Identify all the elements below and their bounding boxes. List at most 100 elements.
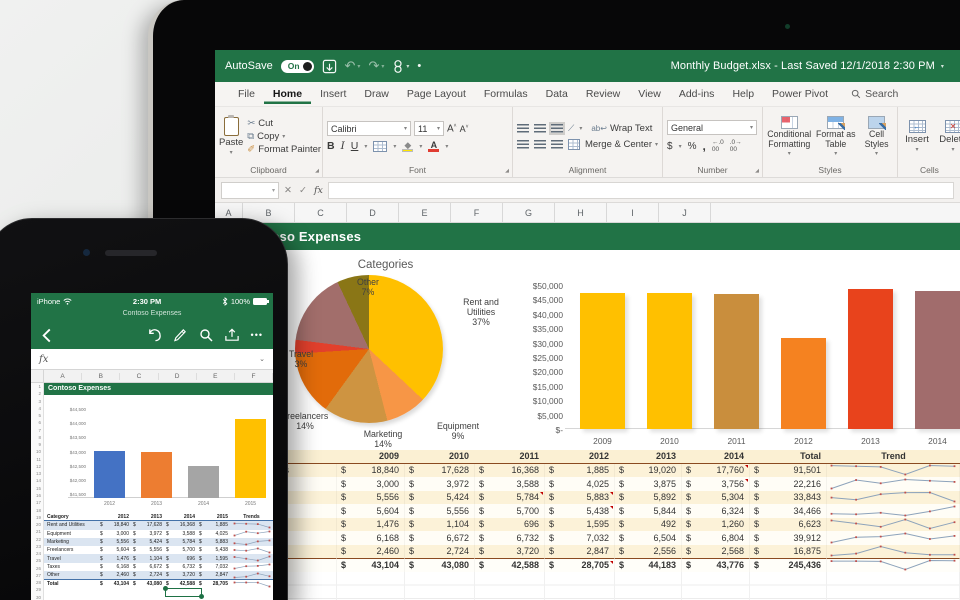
table-cell-trend[interactable] — [827, 531, 960, 545]
increase-decimal-button[interactable]: ←.0 00 — [712, 139, 724, 153]
phone-row-number[interactable]: 7 — [31, 427, 41, 434]
phone-table-cell-value[interactable]: $7,032 — [197, 562, 230, 572]
merge-center-button[interactable]: Merge & Center ▾ — [585, 139, 658, 150]
table-cell-value[interactable]: $5,844 — [615, 504, 682, 518]
grow-font-button[interactable]: A˄ — [447, 123, 457, 134]
table-cell-value[interactable]: $18,840 — [337, 463, 405, 477]
table-cell-value[interactable]: $6,324 — [682, 504, 750, 518]
phone-table-cell-value[interactable]: $43,080 — [131, 579, 164, 588]
phone-table-cell-value[interactable]: $6,732 — [164, 562, 197, 572]
column-header-E[interactable]: E — [399, 203, 451, 222]
table-cell-value[interactable]: $1,595 — [545, 517, 615, 531]
table-cell-value[interactable]: $5,700 — [475, 504, 545, 518]
align-right-button[interactable] — [550, 140, 563, 149]
phone-table-cell-value[interactable]: $1,476 — [98, 554, 131, 563]
phone-table-cell-value[interactable]: $3,588 — [164, 529, 197, 538]
tab-review[interactable]: Review — [577, 84, 629, 104]
table-cell-value[interactable]: $5,784 — [475, 490, 545, 504]
phone-table-cell-trend[interactable] — [230, 554, 273, 563]
phone-table-cell-value[interactable]: $696 — [164, 554, 197, 563]
table-cell-value[interactable]: $28,705 — [545, 558, 615, 572]
table-cell-value[interactable]: $2,556 — [615, 544, 682, 558]
phone-row-number[interactable]: 22 — [31, 536, 41, 543]
table-cell-value[interactable]: $43,080 — [405, 558, 475, 572]
phone-table-cell-category[interactable]: Freelancers — [44, 546, 98, 555]
phone-table-cell-value[interactable]: $17,628 — [131, 521, 164, 530]
wrap-text-button[interactable]: ab↩ Wrap Text — [591, 123, 652, 134]
table-cell-value[interactable]: $1,885 — [545, 463, 615, 477]
share-icon[interactable] — [224, 328, 240, 342]
table-cell-value[interactable]: $3,875 — [615, 477, 682, 491]
table-cell-value[interactable]: $6,804 — [682, 531, 750, 545]
tab-view[interactable]: View — [629, 84, 670, 104]
insert-cells-button[interactable]: ← Insert ▾ — [902, 110, 932, 163]
clipboard-dialog-launcher[interactable]: ◢ — [315, 168, 319, 174]
table-cell-value[interactable]: $5,556 — [405, 504, 475, 518]
phone-table-cell-value[interactable]: $5,604 — [98, 546, 131, 555]
table-cell-value[interactable]: $492 — [615, 517, 682, 531]
phone-table-cell-value[interactable]: $5,438 — [197, 546, 230, 555]
table-cell-total[interactable]: $245,436 — [750, 558, 827, 572]
phone-table-cell-trend[interactable] — [230, 521, 273, 530]
currency-button[interactable]: $ — [667, 141, 673, 152]
table-cell-value[interactable]: $2,568 — [682, 544, 750, 558]
phone-table-cell-trend[interactable] — [230, 562, 273, 572]
phone-bar-chart[interactable]: $44,500 $44,000 $43,500 $43,000 $42,500 $42,0… — [44, 395, 273, 513]
phone-row-number[interactable]: 18 — [31, 507, 41, 514]
table-cell-value[interactable]: $6,504 — [615, 531, 682, 545]
table-cell-trend[interactable] — [827, 490, 960, 504]
phone-table-cell-value[interactable]: $5,556 — [131, 546, 164, 555]
tab-home[interactable]: Home — [264, 84, 311, 104]
table-cell-value[interactable]: $3,000 — [337, 477, 405, 491]
copy-button[interactable]: ⧉ Copy ▾ — [247, 131, 321, 142]
phone-table-header-trends[interactable]: Trends — [230, 513, 273, 522]
phone-column-header-D[interactable]: D — [159, 372, 197, 380]
table-cell-trend[interactable] — [827, 558, 960, 572]
align-top-button[interactable] — [517, 124, 529, 133]
table-cell-value[interactable]: $3,972 — [405, 477, 475, 491]
phone-row-number[interactable]: 13 — [31, 470, 41, 477]
phone-table-cell-value[interactable]: $1,104 — [131, 554, 164, 563]
phone-row-number[interactable]: 29 — [31, 586, 41, 593]
phone-table-cell-value[interactable]: $5,556 — [98, 537, 131, 547]
delete-cells-button[interactable]: ✕ Delete▾ — [938, 110, 960, 163]
cut-button[interactable]: ✂ Cut — [247, 118, 321, 129]
table-header-2013[interactable]: 2013 — [615, 450, 682, 464]
table-cell-value[interactable]: $696 — [475, 517, 545, 531]
phone-table-cell-value[interactable]: $18,840 — [98, 521, 131, 530]
phone-table-cell-category[interactable]: Rent and Utilities — [44, 521, 98, 530]
autosave-toggle[interactable]: On — [280, 59, 314, 73]
phone-table-cell-value[interactable]: $5,784 — [164, 537, 197, 547]
tab-draw[interactable]: Draw — [355, 84, 398, 104]
table-cell-value[interactable]: $1,476 — [337, 517, 405, 531]
table-cell-value[interactable]: $1,260 — [682, 517, 750, 531]
phone-row-number[interactable]: 6 — [31, 419, 41, 426]
format-as-table-button[interactable]: Format as Table ▾ — [815, 110, 856, 163]
phone-table-cell-trend[interactable] — [230, 579, 273, 588]
phone-row-number[interactable]: 5 — [31, 412, 41, 419]
qat-overflow-dot[interactable]: • — [417, 60, 421, 72]
tab-insert[interactable]: Insert — [311, 84, 355, 104]
table-cell-value[interactable]: $43,104 — [337, 558, 405, 572]
phone-table-cell-value[interactable]: $2,460 — [98, 571, 131, 580]
column-header-F[interactable]: F — [451, 203, 503, 222]
phone-row-number[interactable]: 3 — [31, 398, 41, 405]
table-header-2011[interactable]: 2011 — [475, 450, 545, 464]
table-cell-value[interactable]: $5,438 — [545, 504, 615, 518]
tab-page-layout[interactable]: Page Layout — [398, 84, 475, 104]
phone-row-number[interactable]: 8 — [31, 434, 41, 441]
table-header-total[interactable]: Total — [750, 450, 827, 464]
table-cell-trend[interactable] — [827, 477, 960, 491]
fill-color-button[interactable]: ◆ — [402, 140, 414, 152]
phone-row-number[interactable]: 16 — [31, 492, 41, 499]
formula-expand-caret[interactable]: ⌄ — [259, 355, 265, 363]
number-format-select[interactable]: General ▾ — [667, 120, 757, 135]
table-cell-total[interactable]: $6,623 — [750, 517, 827, 531]
phone-table-cell-value[interactable]: $28,705 — [197, 579, 230, 588]
column-header-I[interactable]: I — [607, 203, 659, 222]
phone-table-cell-value[interactable]: $5,700 — [164, 546, 197, 555]
search-icon[interactable] — [199, 328, 213, 342]
phone-table-header-2014[interactable]: 2014 — [164, 513, 197, 522]
title-caret-icon[interactable]: ▾ — [941, 63, 944, 70]
underline-button[interactable]: U — [351, 140, 359, 152]
